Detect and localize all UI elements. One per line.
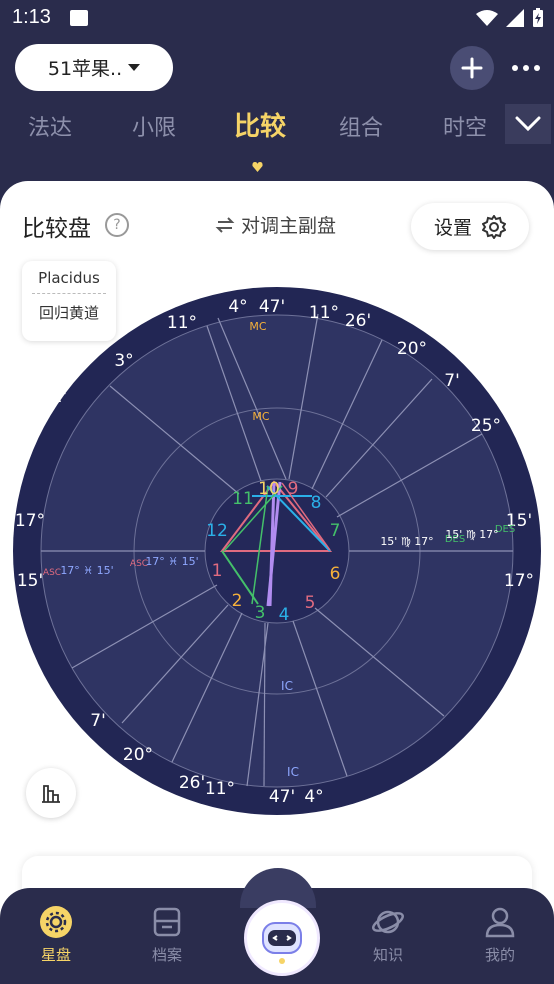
ai-assistant-button[interactable]: [244, 900, 320, 976]
active-tab-indicator: [252, 162, 263, 172]
outer-degree-label: 17°: [15, 511, 45, 531]
outer-degree-label: 47': [269, 787, 295, 807]
nav-label-zhishi: 知识: [372, 946, 403, 964]
nav-zhishi[interactable]: 知识: [348, 904, 428, 965]
profile-name: 51苹果..: [47, 58, 123, 80]
house-number: 5: [305, 593, 316, 613]
house-number: 12: [206, 521, 228, 541]
add-button[interactable]: [450, 46, 494, 90]
battery-icon: [533, 8, 543, 27]
planet-icon: [370, 904, 406, 940]
swap-label: 对调主副盘: [241, 215, 337, 237]
outer-degree-label: 20°: [397, 339, 427, 359]
house-number: 11: [232, 489, 254, 509]
house-number: 3: [255, 603, 266, 623]
tab-zuhe[interactable]: 组合: [339, 110, 383, 142]
tab-bijiao[interactable]: 比较: [234, 106, 286, 143]
house-number: 6: [330, 564, 341, 584]
mc-label-inner: MC: [252, 410, 269, 423]
expand-tabs-button[interactable]: [505, 104, 551, 144]
tab-shikong[interactable]: 时空: [443, 110, 487, 142]
status-time: 1:13: [12, 6, 51, 28]
outer-degree-label: 11°: [309, 303, 339, 323]
gear-icon: [482, 214, 506, 239]
nav-label-xingpan: 星盘: [40, 946, 71, 964]
nav-wode[interactable]: 我的: [460, 904, 540, 965]
chart-type-tabs: 法达 小限 比较 组合 时空: [0, 104, 554, 148]
house-number: 4: [279, 605, 290, 625]
user-icon: [482, 904, 518, 940]
house-number: 7: [330, 521, 341, 541]
outer-degree-label: 3°: [114, 351, 133, 371]
robot-icon: [249, 905, 315, 971]
more-dot: [534, 65, 540, 71]
outer-degree-label: 11°: [167, 313, 197, 333]
swap-charts-button[interactable]: 对调主副盘: [215, 211, 336, 238]
nav-dangan[interactable]: 档案: [127, 904, 207, 965]
plus-icon: [461, 57, 483, 79]
ic-label: IC: [281, 679, 293, 693]
tab-fada[interactable]: 法达: [28, 110, 72, 142]
status-bar: 1:13: [0, 0, 554, 36]
outer-degree-label: 26': [345, 311, 371, 331]
archive-icon: [149, 904, 185, 940]
status-icons: [476, 8, 544, 28]
page-title: 比较盘: [22, 216, 91, 242]
chevron-down-icon: [515, 116, 541, 132]
settings-label: 设置: [433, 217, 472, 239]
caret-down-icon: [128, 64, 141, 71]
outer-degree-label: 17°: [504, 571, 534, 591]
mc-label: MC: [249, 320, 266, 333]
synastry-wheel[interactable]: 4° 47' 11° 26'20°7'25°15'17°15'17°12'3°11°4…: [12, 286, 542, 816]
inner-asc-degrees: 17° ♓ 15': [145, 555, 198, 568]
wifi-icon: [476, 10, 498, 26]
nav-label-dangan: 档案: [151, 946, 182, 964]
more-dots-icon: [512, 65, 518, 71]
house-number: 10: [258, 479, 280, 499]
profile-selector[interactable]: 51苹果..: [15, 44, 173, 91]
gear-badge-icon: [38, 904, 74, 940]
outer-degree-label: 25°: [471, 416, 501, 436]
more-dot: [523, 65, 529, 71]
swap-icon: [215, 216, 235, 233]
asc-label: ASC: [43, 568, 61, 578]
house-number: 8: [311, 493, 322, 513]
outer-degree-label: 12': [41, 387, 67, 407]
help-icon[interactable]: ?: [105, 213, 129, 237]
outer-degree-label: 20°: [123, 745, 153, 765]
ic-label-outer: IC: [287, 765, 299, 779]
nav-xingpan[interactable]: 星盘: [16, 904, 96, 965]
outer-degree-label: 47': [259, 297, 285, 317]
more-button[interactable]: [508, 58, 544, 78]
outer-degree-label: 7': [90, 711, 106, 731]
outer-degree-label: 26': [179, 773, 205, 793]
chart-style-button[interactable]: [26, 768, 76, 818]
outer-asc-degrees: 17° ♓ 15': [60, 564, 113, 577]
signal-icon: [506, 9, 524, 27]
house-number: 2: [232, 591, 243, 611]
image-notification-icon: [70, 10, 88, 26]
outer-degree-label: 7': [444, 371, 460, 391]
outer-degree-label: 4°: [228, 297, 247, 317]
house-number: 9: [288, 479, 299, 499]
outer-degree-label: 11°: [205, 779, 235, 799]
outer-des-degrees: 15' ♍ 17°: [445, 528, 498, 541]
bar-chart-icon: [42, 785, 60, 803]
outer-degree-label: 4°: [304, 787, 323, 807]
settings-button[interactable]: 设置: [411, 203, 529, 250]
house-number: 1: [212, 561, 223, 581]
inner-des-degrees: 15' ♍ 17°: [380, 535, 433, 548]
nav-label-wode: 我的: [484, 946, 515, 964]
outer-degree-label: 15': [17, 571, 43, 591]
tab-xiaoxian[interactable]: 小限: [132, 110, 176, 142]
